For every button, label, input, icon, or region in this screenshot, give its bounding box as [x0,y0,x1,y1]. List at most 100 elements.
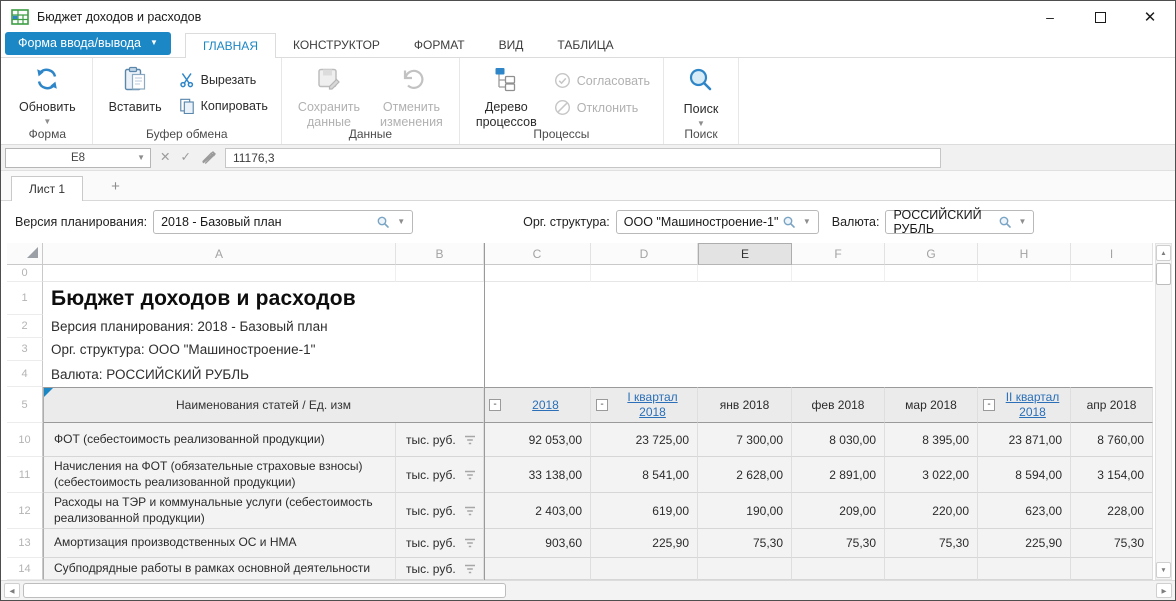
tab-таблица[interactable]: ТАБЛИЦА [540,33,630,57]
copy-button[interactable]: Копировать [175,97,272,115]
cell-E0[interactable] [698,265,792,282]
search-icon[interactable] [783,216,796,229]
header-cell-D5[interactable]: -I квартал 2018 [591,387,698,423]
select-all-corner[interactable] [7,243,43,265]
row-header-11[interactable]: 11 [7,457,43,493]
row-header-12[interactable]: 12 [7,493,43,529]
period-label[interactable]: 2018 [506,398,585,413]
row-header-1[interactable]: 1 [7,282,43,315]
cell-B12[interactable]: тыс. руб. [396,493,484,529]
cell-A11[interactable]: Начисления на ФОТ (обязательные страховы… [43,457,396,493]
cell-B14[interactable]: тыс. руб. [396,558,484,580]
close-button[interactable]: ✕ [1125,1,1175,33]
cell-F10[interactable]: 8 030,00 [792,423,885,457]
search-button[interactable]: Поиск ▼ [673,63,729,131]
row-header-5[interactable]: 5 [7,387,43,423]
cell-E14[interactable] [698,558,792,580]
cell-F11[interactable]: 2 891,00 [792,457,885,493]
cell-A10[interactable]: ФОТ (себестоимость реализованной продукц… [43,423,396,457]
cell-F12[interactable]: 209,00 [792,493,885,529]
row-header-4[interactable]: 4 [7,361,43,387]
row-header-13[interactable]: 13 [7,529,43,558]
cell-F14[interactable] [792,558,885,580]
cell-D12[interactable]: 619,00 [591,493,698,529]
row-header-3[interactable]: 3 [7,338,43,361]
cell-A14[interactable]: Субподрядные работы в рамках основной де… [43,558,396,580]
maximize-button[interactable] [1075,1,1125,33]
row-header-2[interactable]: 2 [7,315,43,338]
cell-I10[interactable]: 8 760,00 [1071,423,1153,457]
search-icon[interactable] [999,216,1012,229]
paste-button[interactable]: Вставить [102,63,169,118]
minimize-button[interactable]: – [1025,1,1075,33]
header-cell-F5[interactable]: фев 2018 [792,387,885,423]
header-cell-C5[interactable]: -2018 [484,387,591,423]
collapse-icon[interactable]: - [983,399,995,411]
filter-icon[interactable] [464,538,476,548]
cell-I11[interactable]: 3 154,00 [1071,457,1153,493]
cell-F0[interactable] [792,265,885,282]
column-header-E[interactable]: E [698,243,792,265]
horizontal-scroll-thumb[interactable] [23,583,506,598]
cell-H14[interactable] [978,558,1071,580]
org-structure-field[interactable]: ООО "Машиностроение-1"▼ [616,210,819,234]
approve-button[interactable]: Согласовать [550,71,654,90]
cell-H13[interactable]: 225,90 [978,529,1071,558]
cell-D0[interactable] [591,265,698,282]
sheet-tab-list1[interactable]: Лист 1 [11,176,83,201]
filter-icon[interactable] [464,506,476,516]
cell-D11[interactable]: 8 541,00 [591,457,698,493]
cell-I12[interactable]: 228,00 [1071,493,1153,529]
cell-C12[interactable]: 2 403,00 [484,493,591,529]
add-sheet-button[interactable]: + [111,179,120,194]
column-header-I[interactable]: I [1071,243,1153,265]
cell-H11[interactable]: 8 594,00 [978,457,1071,493]
period-label[interactable]: II квартал 2018 [1000,390,1065,420]
column-header-C[interactable]: C [484,243,591,265]
cell-B0[interactable] [396,265,484,282]
cell-H10[interactable]: 23 871,00 [978,423,1071,457]
undo-changes-button[interactable]: Отменить изменения [373,63,450,133]
cell-A0[interactable] [43,265,396,282]
cell-I14[interactable] [1071,558,1153,580]
column-header-G[interactable]: G [885,243,978,265]
column-header-D[interactable]: D [591,243,698,265]
column-header-F[interactable]: F [792,243,885,265]
period-label[interactable]: I квартал 2018 [613,390,692,420]
cancel-entry-icon[interactable]: ✕ [160,151,170,164]
cell-D13[interactable]: 225,90 [591,529,698,558]
process-tree-button[interactable]: Дерево процессов [469,63,544,133]
cell-A1[interactable]: Бюджет доходов и расходов [43,282,1153,315]
cell-H0[interactable] [978,265,1071,282]
cell-A13[interactable]: Амортизация производственных ОС и НМА [43,529,396,558]
cell-D14[interactable] [591,558,698,580]
cell-A4[interactable]: Валюта: РОССИЙСКИЙ РУБЛЬ [43,361,1153,387]
scroll-left-button[interactable]: ◀ [4,583,20,598]
scroll-down-button[interactable]: ▼ [1156,562,1171,578]
cell-C11[interactable]: 33 138,00 [484,457,591,493]
tab-вид[interactable]: ВИД [482,33,541,57]
row-header-14[interactable]: 14 [7,558,43,580]
cell-G13[interactable]: 75,30 [885,529,978,558]
cell-C0[interactable] [484,265,591,282]
cell-C13[interactable]: 903,60 [484,529,591,558]
cell-I13[interactable]: 75,30 [1071,529,1153,558]
cell-E12[interactable]: 190,00 [698,493,792,529]
cell-B13[interactable]: тыс. руб. [396,529,484,558]
cell-G0[interactable] [885,265,978,282]
scroll-up-button[interactable]: ▲ [1156,245,1171,261]
cell-A2[interactable]: Версия планирования: 2018 - Базовый план [43,315,1153,338]
confirm-entry-icon[interactable]: ✓ [180,151,190,164]
cell-A12[interactable]: Расходы на ТЭР и коммунальные услуги (се… [43,493,396,529]
chevron-down-icon[interactable]: ▼ [1019,218,1027,226]
cell-D10[interactable]: 23 725,00 [591,423,698,457]
chevron-down-icon[interactable]: ▼ [803,218,811,226]
collapse-icon[interactable]: - [489,399,501,411]
cell-B10[interactable]: тыс. руб. [396,423,484,457]
cell-B11[interactable]: тыс. руб. [396,457,484,493]
filter-icon[interactable] [464,564,476,574]
cell-A3[interactable]: Орг. структура: ООО "Машиностроение-1" [43,338,1153,361]
chevron-down-icon[interactable]: ▼ [397,218,405,226]
currency-field[interactable]: РОССИЙСКИЙ РУБЛЬ▼ [885,210,1034,234]
planning-version-field[interactable]: 2018 - Базовый план▼ [153,210,413,234]
